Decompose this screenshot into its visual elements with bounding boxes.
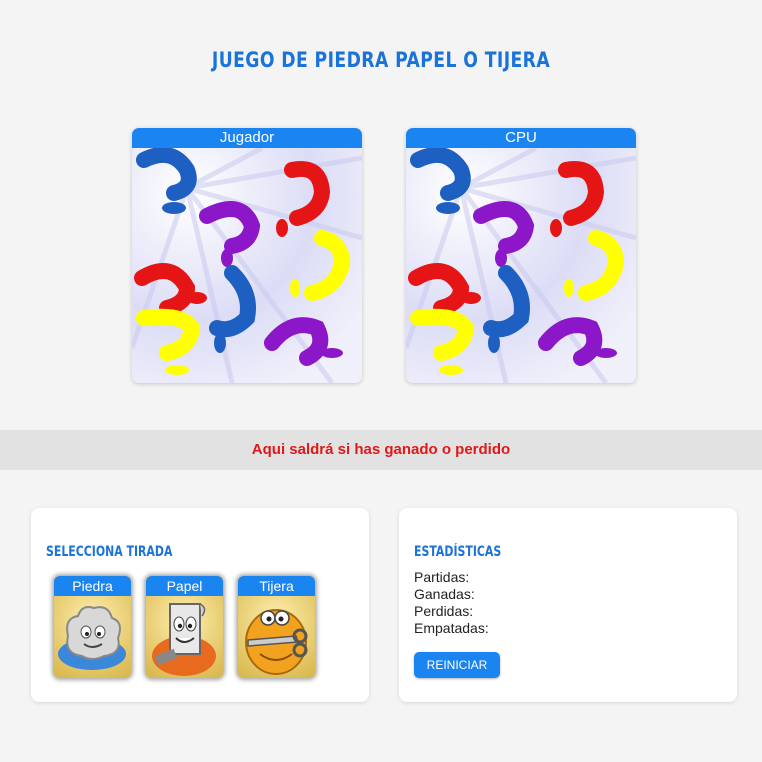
lost-stat: Perdidas: bbox=[414, 603, 474, 619]
stats-panel: ESTADÍSTICAS Partidas: Ganadas: Perdidas… bbox=[399, 508, 737, 702]
played-stat: Partidas: bbox=[414, 569, 470, 585]
scissors-choice-button[interactable]: Tijera bbox=[238, 576, 315, 678]
won-stat: Ganadas: bbox=[414, 586, 475, 602]
scissors-choice-label: Tijera bbox=[238, 576, 315, 596]
cpu-card-label: CPU bbox=[406, 128, 636, 148]
paper-choice-label: Papel bbox=[146, 576, 223, 596]
question-marks-image bbox=[406, 148, 636, 383]
rock-choice-label: Piedra bbox=[54, 576, 131, 596]
selection-title: SELECCIONA TIRADA bbox=[46, 544, 173, 560]
page-title: JUEGO DE PIEDRA PAPEL O TIJERA bbox=[211, 48, 551, 72]
question-marks-image bbox=[132, 148, 362, 383]
paper-choice-button[interactable]: Papel bbox=[146, 576, 223, 678]
player-card: Jugador bbox=[132, 128, 362, 383]
stats-title: ESTADÍSTICAS bbox=[414, 544, 502, 560]
reset-button[interactable]: REINICIAR bbox=[414, 652, 500, 678]
stats-list: Partidas: Ganadas: Perdidas: Empatadas: bbox=[414, 569, 489, 637]
rock-icon bbox=[54, 596, 131, 678]
player-card-label: Jugador bbox=[132, 128, 362, 148]
tied-stat: Empatadas: bbox=[414, 620, 489, 636]
result-message: Aqui saldrá si has ganado o perdido bbox=[0, 430, 762, 470]
cpu-card: CPU bbox=[406, 128, 636, 383]
selection-panel: SELECCIONA TIRADA Piedra Papel Tijera bbox=[31, 508, 369, 702]
rock-choice-button[interactable]: Piedra bbox=[54, 576, 131, 678]
scissors-icon bbox=[238, 596, 315, 678]
paper-icon bbox=[146, 596, 223, 678]
